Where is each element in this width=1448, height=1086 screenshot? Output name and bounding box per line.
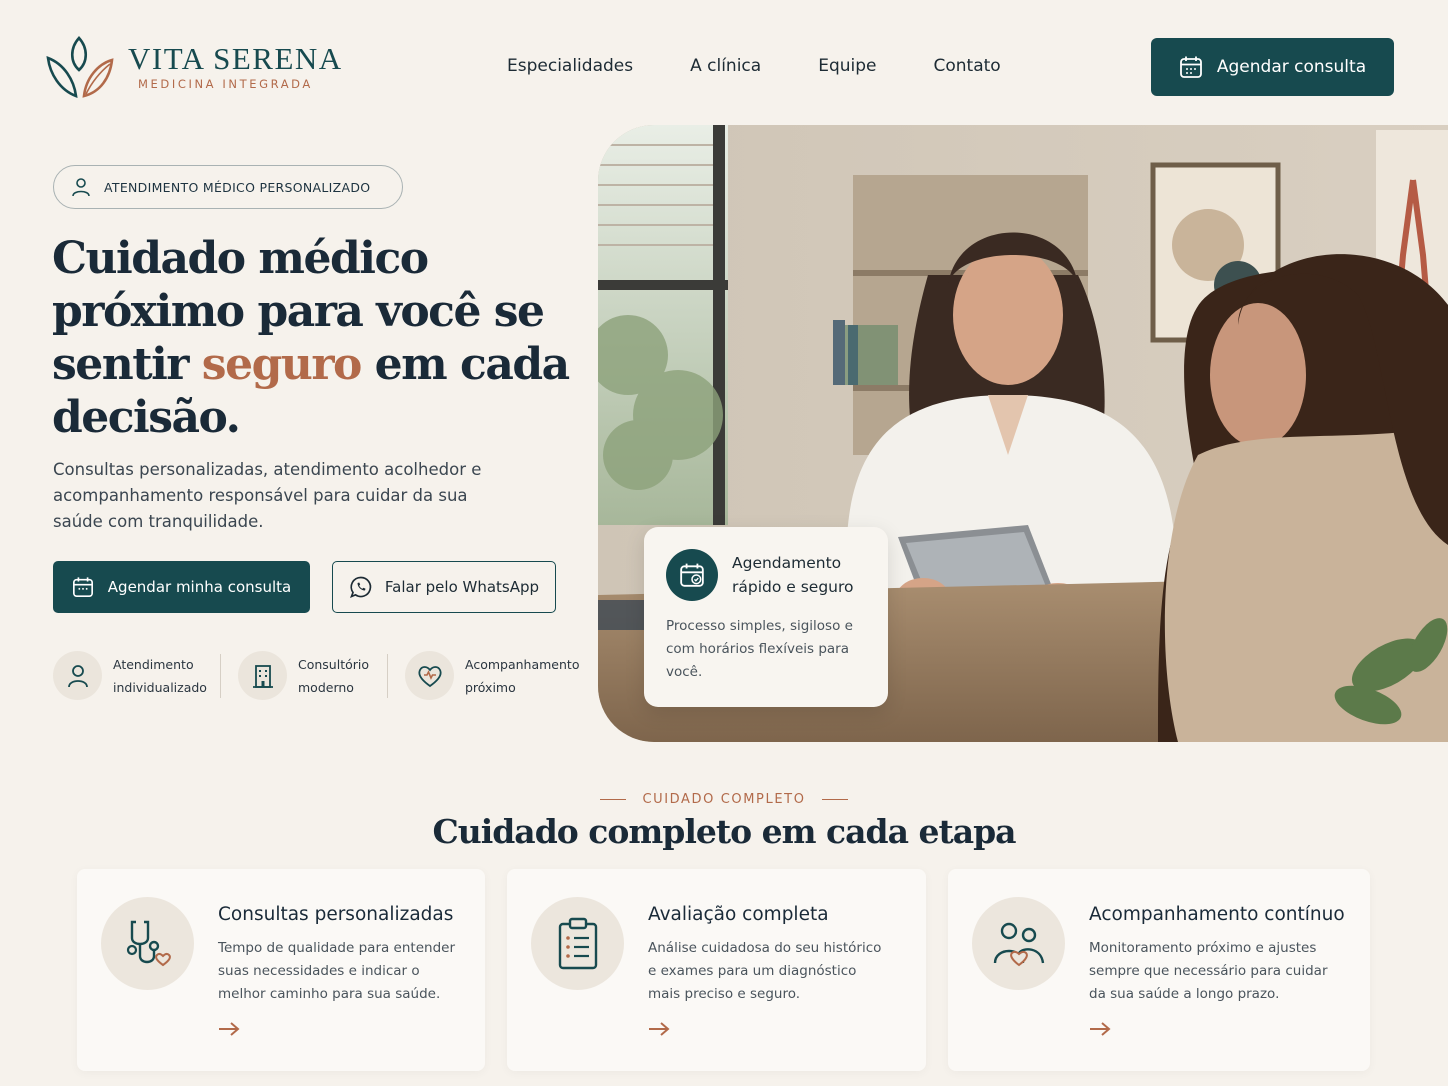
logo[interactable]: VITA SERENA MEDICINA INTEGRADA: [46, 34, 343, 100]
feature-label-line1: Consultório: [298, 656, 370, 672]
whatsapp-button[interactable]: Falar pelo WhatsApp: [332, 561, 556, 613]
service-card-continuous[interactable]: Acompanhamento contínuo Monitoramento pr…: [948, 869, 1370, 1071]
quick-scheduling-description: Processo simples, sigiloso e com horário…: [666, 618, 853, 680]
service-card-title: Consultas personalizadas: [218, 904, 454, 925]
section-title: Cuidado completo em cada etapa: [432, 812, 1016, 851]
divider: [387, 653, 388, 698]
nav-a-clinica[interactable]: A clínica: [690, 56, 761, 76]
feature-label: Acompanhamento próximo: [465, 653, 585, 699]
section-eyebrow-label: CUIDADO COMPLETO: [642, 792, 806, 807]
schedule-appointment-button[interactable]: Agendar minha consulta: [53, 561, 310, 613]
brand-name: VITA SERENA: [128, 41, 343, 76]
heart-icon: [417, 665, 442, 687]
stethoscope-icon-circle: [101, 897, 194, 990]
whatsapp-label: Falar pelo WhatsApp: [384, 578, 540, 596]
feature-label: Atendimento individualizado: [113, 653, 208, 699]
hero-title-accent: seguro: [201, 339, 363, 390]
feature-icon-circle: [238, 651, 287, 700]
building-icon: [252, 664, 273, 688]
calendar-icon: [72, 577, 93, 597]
feature-label-line1: Atendimento: [113, 656, 194, 672]
feature-icon-circle: [405, 651, 454, 700]
feature-label-line2: próximo: [465, 679, 516, 695]
people-heart-icon-circle: [972, 897, 1065, 990]
header-schedule-button[interactable]: Agendar consulta: [1151, 38, 1394, 96]
service-card-personalized[interactable]: Consultas personalizadas Tempo de qualid…: [77, 869, 485, 1071]
divider: [220, 653, 221, 698]
hero-badge-label: ATENDIMENTO MÉDICO PERSONALIZADO: [104, 179, 371, 195]
feature-label-line1: Acompanhamento: [465, 656, 580, 672]
divider: [600, 799, 627, 800]
divider: [821, 799, 848, 800]
service-card-description: Monitoramento próximo e ajustes sempre q…: [1089, 940, 1328, 1002]
arrow-right-icon[interactable]: [1089, 1021, 1111, 1037]
schedule-appointment-label: Agendar minha consulta: [107, 578, 292, 596]
nav-especialidades[interactable]: Especialidades: [507, 56, 633, 76]
hero-badge: ATENDIMENTO MÉDICO PERSONALIZADO: [53, 165, 403, 209]
leaf-logo-icon: [46, 36, 114, 98]
whatsapp-icon: [349, 576, 372, 599]
person-icon: [72, 178, 90, 197]
service-card-evaluation[interactable]: Avaliação completa Análise cuidadosa do …: [507, 869, 926, 1071]
arrow-right-icon[interactable]: [218, 1021, 240, 1037]
clipboard-icon: [558, 917, 597, 969]
service-card-title: Avaliação completa: [648, 904, 829, 925]
people-heart-icon: [993, 922, 1044, 966]
feature-individualized: Atendimento individualizado: [53, 651, 208, 700]
quick-scheduling-title-line1: Agendamento: [732, 554, 842, 572]
main-nav: Especialidades A clínica Equipe Contato: [507, 56, 1058, 76]
service-card-description: Análise cuidadosa do seu histórico e exa…: [648, 940, 882, 1002]
quick-scheduling-title: Agendamento rápido e seguro: [732, 551, 854, 599]
nav-equipe[interactable]: Equipe: [818, 56, 876, 76]
section-eyebrow: CUIDADO COMPLETO: [0, 792, 1448, 807]
arrow-right-icon[interactable]: [648, 1021, 670, 1037]
feature-label-line2: moderno: [298, 679, 354, 695]
calendar-icon: [1179, 56, 1202, 78]
feature-label-line2: individualizado: [113, 679, 207, 695]
service-card-description: Tempo de qualidade para entender suas ne…: [218, 940, 456, 1002]
quick-scheduling-title-line2: rápido e seguro: [732, 578, 854, 596]
nav-contato[interactable]: Contato: [933, 56, 1000, 76]
hero-description: Consultas personalizadas, atendimento ac…: [53, 460, 482, 531]
quick-scheduling-card: Agendamento rápido e seguro Processo sim…: [644, 527, 888, 707]
brand-tagline: MEDICINA INTEGRADA: [138, 77, 313, 91]
feature-label: Consultório moderno: [298, 653, 393, 699]
feature-close-followup: Acompanhamento próximo: [405, 651, 585, 700]
feature-modern-office: Consultório moderno: [238, 651, 393, 700]
header-schedule-label: Agendar consulta: [1216, 57, 1367, 77]
calendar-check-icon-circle: [666, 549, 718, 601]
service-card-title: Acompanhamento contínuo: [1089, 904, 1345, 925]
feature-icon-circle: [53, 651, 102, 700]
stethoscope-icon: [126, 920, 171, 966]
person-icon: [67, 664, 88, 687]
hero-title: Cuidado médico próximo para você se sent…: [52, 232, 592, 444]
hero-features: Atendimento individualizado Consultório …: [53, 651, 585, 700]
clipboard-icon-circle: [531, 897, 624, 990]
calendar-check-icon: [680, 563, 704, 587]
